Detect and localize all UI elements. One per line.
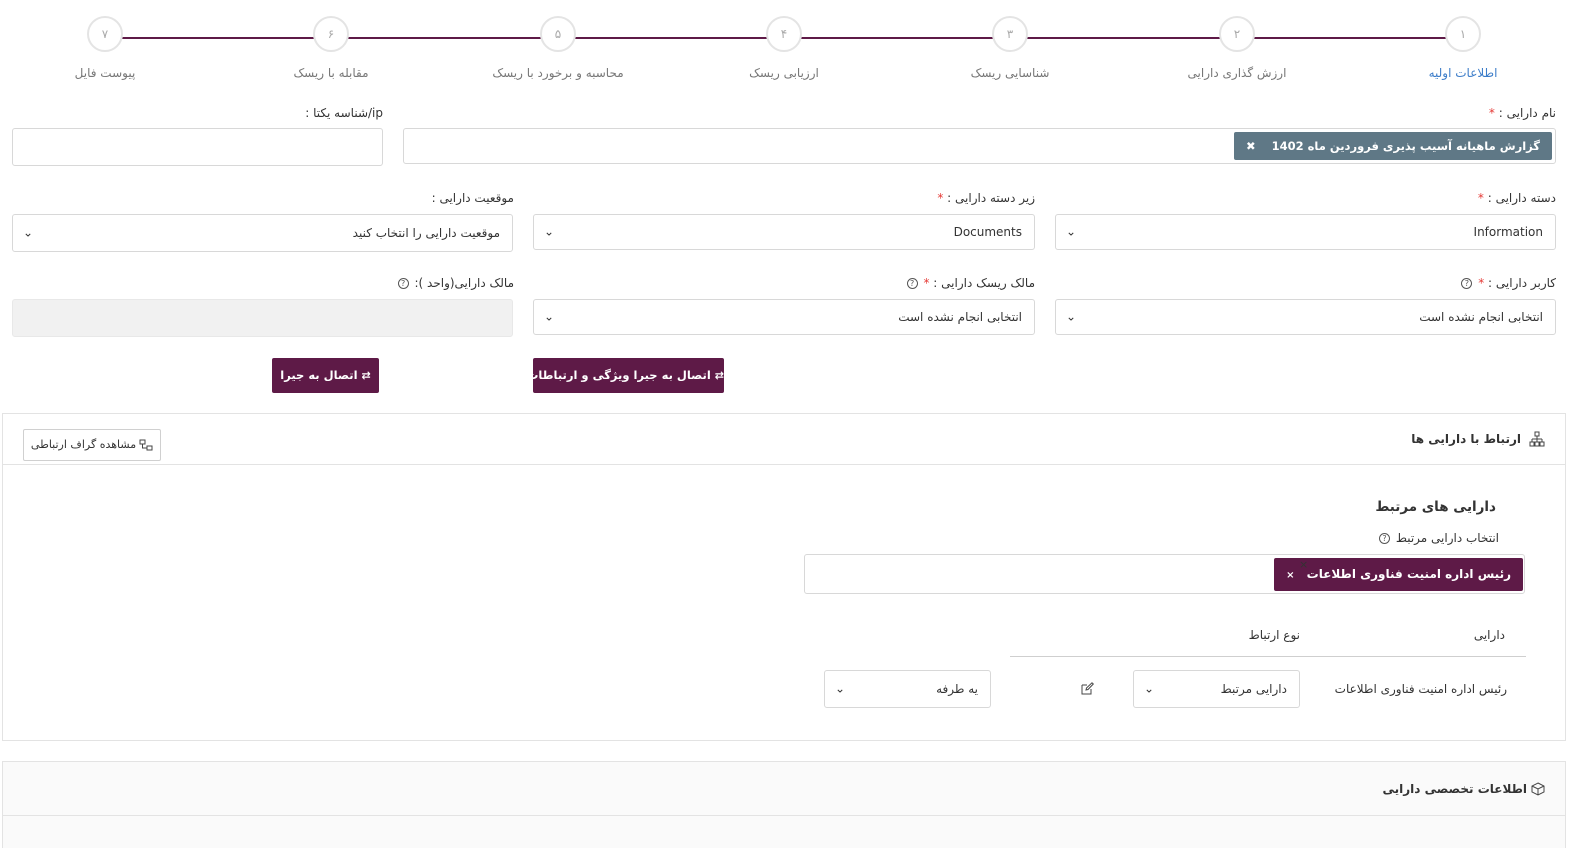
- location-value: موقعیت دارایی را انتخاب کنید: [352, 226, 500, 240]
- asset-user-select[interactable]: انتخابی انجام نشده است ⌄: [1055, 299, 1556, 335]
- chevron-down-icon: ⌄: [835, 681, 846, 696]
- owner-unit-input: [12, 299, 513, 337]
- chevron-down-icon: ⌄: [544, 224, 555, 239]
- step-risk-calculation[interactable]: ۵ محاسبه و برخورد با ریسک: [443, 16, 673, 80]
- step-file-attachment[interactable]: ۷ پیوست فایل: [0, 16, 220, 80]
- cube-icon: [1531, 782, 1545, 796]
- step-label: پیوست فایل: [74, 66, 136, 80]
- select-related-asset-label: انتخاب دارایی مرتبط ?: [1377, 531, 1499, 545]
- button-label: اتصال به جیرا ویژگی و ارتباطات: [526, 368, 711, 382]
- panel-title: اطلاعات تخصصی دارایی: [1382, 782, 1527, 796]
- view-graph-button[interactable]: مشاهده گراف ارتباطی: [23, 429, 161, 461]
- step-number: ۶: [313, 16, 349, 52]
- related-asset-multiselect[interactable]: رئیس اداره امنیت فناوری اطلاعات × ×: [804, 554, 1525, 594]
- step-label: اطلاعات اولیه: [1428, 66, 1498, 80]
- step-label: ارزیابی ریسک: [749, 66, 819, 80]
- step-label: محاسبه و برخورد با ریسک: [492, 66, 624, 80]
- wizard-stepper: ۱ اطلاعات اولیه ۲ ارزش گذاری دارایی ۳ شن…: [0, 0, 1583, 95]
- location-select[interactable]: موقعیت دارایی را انتخاب کنید ⌄: [12, 214, 513, 252]
- step-label: شناسایی ریسک: [970, 66, 1050, 80]
- button-label: اتصال به جیرا: [280, 368, 358, 382]
- column-header-relation-type: نوع ارتباط: [1248, 628, 1300, 642]
- specialized-info-panel: اطلاعات تخصصی دارایی: [2, 761, 1566, 848]
- unique-id-input[interactable]: [12, 128, 383, 166]
- asset-name-label: نام دارایی : *: [1488, 106, 1556, 120]
- link-arrows-icon: ⇄: [714, 369, 724, 382]
- category-value: Information: [1473, 225, 1543, 239]
- step-number: ۵: [540, 16, 576, 52]
- graph-icon: [139, 439, 153, 451]
- panel-title: ارتباط با دارایی ها: [1411, 432, 1521, 446]
- relation-direction-select[interactable]: یه طرفه ⌄: [824, 670, 991, 708]
- tag-text: رئیس اداره امنیت فناوری اطلاعات: [1306, 567, 1511, 581]
- selected-asset-tag: رئیس اداره امنیت فناوری اطلاعات ×: [1274, 558, 1523, 591]
- table-header-divider: [1010, 656, 1526, 657]
- step-basic-info[interactable]: ۱ اطلاعات اولیه: [1348, 16, 1578, 80]
- help-icon[interactable]: ?: [1379, 533, 1390, 544]
- step-number: ۱: [1445, 16, 1481, 52]
- row-asset-name: رئیس اداره امنیت فناوری اطلاعات: [1334, 682, 1507, 696]
- owner-unit-label: مالک دارایی(واحد ): ?: [396, 276, 514, 290]
- sitemap-icon: [1529, 431, 1545, 447]
- asset-name-tag: گزارش ماهیانه آسیب پذیری فروردین ماه 140…: [1233, 132, 1552, 160]
- category-select[interactable]: Information ⌄: [1055, 214, 1556, 250]
- chevron-down-icon: ⌄: [1066, 224, 1077, 239]
- asset-name-input[interactable]: گزارش ماهیانه آسیب پذیری فروردین ماه 140…: [403, 128, 1556, 164]
- relation-type-select[interactable]: دارایی مرتبط ⌄: [1133, 670, 1300, 708]
- relation-direction-value: یه طرفه: [936, 682, 978, 696]
- column-header-asset: دارایی: [1473, 628, 1505, 642]
- required-mark: *: [923, 276, 930, 290]
- remove-tag-icon[interactable]: ×: [1286, 570, 1294, 581]
- chevron-down-icon: ⌄: [1144, 681, 1155, 696]
- relation-type-value: دارایی مرتبط: [1220, 682, 1287, 696]
- edit-icon[interactable]: [1081, 682, 1094, 695]
- required-mark: *: [1478, 276, 1485, 290]
- chevron-down-icon: ⌄: [23, 225, 34, 240]
- button-label: مشاهده گراف ارتباطی: [30, 438, 137, 451]
- clear-selection-icon[interactable]: ×: [1299, 558, 1308, 571]
- required-mark: *: [937, 191, 944, 205]
- required-mark: *: [1477, 191, 1484, 205]
- asset-relations-panel: ارتباط با دارایی ها مشاهده گراف ارتباطی …: [2, 413, 1566, 741]
- panel-header[interactable]: اطلاعات تخصصی دارایی: [3, 762, 1565, 816]
- location-label: موقعیت دارایی :: [431, 191, 514, 205]
- step-label: مقابله با ریسک: [293, 66, 369, 80]
- help-icon[interactable]: ?: [397, 278, 409, 289]
- asset-name-tag-text: گزارش ماهیانه آسیب پذیری فروردین ماه 140…: [1271, 139, 1540, 153]
- subcategory-value: Documents: [953, 225, 1022, 239]
- step-number: ۲: [1219, 16, 1255, 52]
- step-number: ۳: [992, 16, 1028, 52]
- panel-header: ارتباط با دارایی ها مشاهده گراف ارتباطی: [3, 414, 1565, 465]
- asset-user-label: کاربر دارایی : * ?: [1459, 276, 1556, 290]
- risk-owner-value: انتخابی انجام نشده است: [898, 310, 1022, 324]
- chevron-down-icon: ⌄: [544, 309, 555, 324]
- subcategory-select[interactable]: Documents ⌄: [533, 214, 1035, 250]
- asset-user-value: انتخابی انجام نشده است: [1419, 310, 1543, 324]
- jira-connect-button[interactable]: ⇄اتصال به جیرا: [272, 358, 379, 393]
- risk-owner-label: مالک ریسک دارایی : * ?: [905, 276, 1035, 290]
- link-arrows-icon: ⇄: [361, 369, 371, 382]
- category-label: دسته دارایی : *: [1477, 191, 1556, 205]
- step-asset-valuation[interactable]: ۲ ارزش گذاری دارایی: [1122, 16, 1352, 80]
- step-risk-identification[interactable]: ۳ شناسایی ریسک: [895, 16, 1125, 80]
- remove-tag-icon[interactable]: ✖: [1246, 139, 1256, 153]
- step-label: ارزش گذاری دارایی: [1187, 66, 1287, 80]
- subcategory-label: زیر دسته دارایی : *: [937, 191, 1035, 205]
- risk-owner-select[interactable]: انتخابی انجام نشده است ⌄: [533, 299, 1035, 335]
- jira-features-relations-button[interactable]: ⇄اتصال به جیرا ویژگی و ارتباطات: [527, 358, 724, 393]
- help-icon[interactable]: ?: [906, 278, 918, 289]
- unique-id-label: ip/شناسه یکتا :: [305, 106, 383, 120]
- chevron-down-icon: ⌄: [1066, 309, 1077, 324]
- step-risk-treatment[interactable]: ۶ مقابله با ریسک: [216, 16, 446, 80]
- required-mark: *: [1488, 106, 1495, 120]
- related-assets-heading: دارایی های مرتبط: [1375, 499, 1496, 515]
- help-icon[interactable]: ?: [1461, 278, 1473, 289]
- step-risk-assessment[interactable]: ۴ ارزیابی ریسک: [669, 16, 899, 80]
- step-number: ۷: [87, 16, 123, 52]
- step-number: ۴: [766, 16, 802, 52]
